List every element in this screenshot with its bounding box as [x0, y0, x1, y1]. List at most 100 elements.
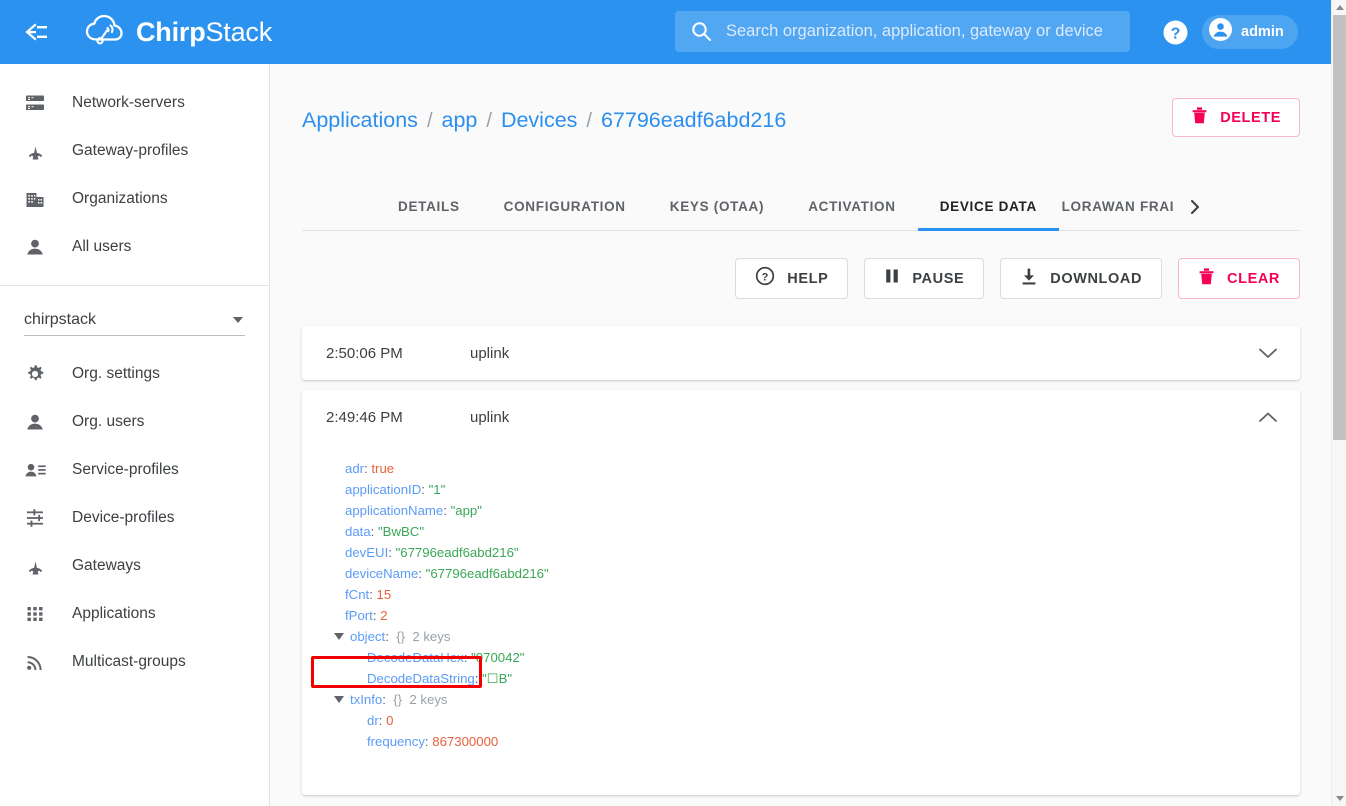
json-key-count: 2 keys — [409, 692, 448, 707]
json-row: data: "BwBC" — [332, 521, 1300, 542]
json-value: "BwBC" — [378, 524, 425, 539]
tab-configuration[interactable]: CONFIGURATION — [482, 183, 648, 230]
account-circle-icon — [1208, 17, 1233, 47]
json-collapse-triangle-icon[interactable] — [334, 696, 344, 703]
gear-icon — [18, 363, 52, 385]
sidebar-item-label: Applications — [72, 605, 156, 622]
svg-text:?: ? — [762, 271, 769, 283]
tab-label: CONFIGURATION — [503, 199, 626, 214]
json-row-object[interactable]: txInfo: {} 2 keys — [332, 689, 1300, 710]
json-row: fPort: 2 — [332, 605, 1300, 626]
json-collapse-triangle-icon[interactable] — [334, 633, 344, 640]
sidebar-item-gateways[interactable]: Gateways — [0, 542, 269, 590]
sidebar-item-org-users[interactable]: Org. users — [0, 398, 269, 446]
json-key: deviceName — [345, 566, 419, 581]
search-bar[interactable] — [675, 11, 1130, 52]
breadcrumb-item-device-id[interactable]: 67796eadf6abd216 — [601, 108, 786, 133]
tab-activation[interactable]: ACTIVATION — [786, 183, 918, 230]
organization-selected-value: chirpstack — [24, 310, 97, 328]
user-menu-button[interactable]: admin — [1202, 15, 1298, 49]
event-type: uplink — [470, 408, 510, 426]
tab-details[interactable]: DETAILS — [376, 183, 482, 230]
json-value: 2 — [380, 608, 388, 623]
json-value: 867300000 — [432, 734, 499, 749]
sidebar-item-organizations[interactable]: Organizations — [0, 175, 269, 223]
menu-collapse-icon[interactable] — [22, 18, 50, 46]
sidebar-item-service-profiles[interactable]: Service-profiles — [0, 446, 269, 494]
sidebar: Network-servers Gateway-profiles Organiz… — [0, 64, 270, 806]
json-value: "1" — [428, 482, 446, 497]
person-icon — [18, 236, 52, 258]
antenna-icon — [18, 140, 52, 163]
sidebar-item-label: Multicast-groups — [72, 653, 186, 670]
json-key: DecodeDataString — [367, 671, 475, 686]
brand-name-light: Stack — [205, 16, 273, 47]
sidebar-item-applications[interactable]: Applications — [0, 590, 269, 638]
tab-device-data[interactable]: DEVICE DATA — [917, 183, 1060, 231]
chevron-right-icon[interactable] — [1177, 183, 1213, 230]
scrollbar-thumb[interactable] — [1333, 15, 1346, 440]
delete-button-label: DELETE — [1220, 109, 1281, 126]
chevron-up-icon[interactable] — [1258, 411, 1278, 424]
json-row: applicationID: "1" — [332, 479, 1300, 500]
pause-button[interactable]: PAUSE — [864, 258, 985, 299]
antenna-icon — [18, 555, 52, 578]
json-row-decodedatastring: DecodeDataString: "☐B" — [332, 668, 1300, 689]
breadcrumb-item-devices[interactable]: Devices — [501, 108, 577, 133]
breadcrumb-separator: / — [486, 110, 492, 132]
search-input[interactable] — [726, 22, 1106, 41]
organization-selector[interactable]: chirpstack — [24, 304, 245, 336]
json-key: fPort — [345, 608, 373, 623]
scroll-up-arrow-icon[interactable] — [1332, 0, 1346, 15]
download-button[interactable]: DOWNLOAD — [1000, 258, 1163, 299]
help-circle-icon: ? — [755, 266, 775, 291]
event-card: 2:49:46 PM uplink adr: true applicationI… — [302, 390, 1300, 795]
tab-label: DETAILS — [398, 199, 460, 214]
json-row: devEUI: "67796eadf6abd216" — [332, 542, 1300, 563]
breadcrumb-item-app[interactable]: app — [442, 108, 478, 133]
tab-label: KEYS (OTAA) — [669, 199, 765, 214]
download-icon — [1020, 267, 1038, 291]
sidebar-item-org-settings[interactable]: Org. settings — [0, 350, 269, 398]
pause-icon — [884, 267, 900, 290]
json-key: adr — [345, 461, 365, 476]
sidebar-item-network-servers[interactable]: Network-servers — [0, 79, 269, 127]
delete-button[interactable]: DELETE — [1172, 98, 1300, 137]
sidebar-item-label: Network-servers — [72, 94, 185, 111]
person-list-icon — [18, 459, 52, 481]
sidebar-item-all-users[interactable]: All users — [0, 223, 269, 271]
chevron-down-icon[interactable] — [1258, 347, 1278, 360]
json-value: "67796eadf6abd216" — [425, 566, 549, 581]
json-row-decodedatahex: DecodeDataHex: "070042" — [332, 647, 1300, 668]
grid-apps-icon — [18, 603, 52, 625]
json-key: dr — [367, 713, 379, 728]
sidebar-item-gateway-profiles[interactable]: Gateway-profiles — [0, 127, 269, 175]
clear-button-label: CLEAR — [1227, 270, 1280, 287]
brand-logo[interactable]: ChirpStack — [84, 12, 272, 53]
sidebar-item-multicast-groups[interactable]: Multicast-groups — [0, 638, 269, 686]
sidebar-item-label: Gateways — [72, 557, 141, 574]
json-row-object[interactable]: object: {} 2 keys — [332, 626, 1300, 647]
tab-lorawan-frames[interactable]: LORAWAN FRAI — [1059, 183, 1177, 230]
event-card-header[interactable]: 2:49:46 PM uplink — [302, 390, 1300, 444]
json-row: fCnt: 15 — [332, 584, 1300, 605]
event-card-header[interactable]: 2:50:06 PM uplink — [302, 326, 1300, 380]
clear-button[interactable]: CLEAR — [1178, 258, 1300, 299]
help-circle-icon[interactable]: ? — [1162, 19, 1189, 46]
event-time: 2:49:46 PM — [326, 408, 403, 426]
sidebar-item-label: Service-profiles — [72, 461, 179, 478]
sidebar-item-device-profiles[interactable]: Device-profiles — [0, 494, 269, 542]
sidebar-divider — [0, 285, 269, 286]
sidebar-item-label: Gateway-profiles — [72, 142, 189, 159]
breadcrumb-item-applications[interactable]: Applications — [302, 108, 418, 133]
main-content: Applications / app / Devices / 67796eadf… — [270, 64, 1331, 806]
trash-icon — [1191, 106, 1208, 130]
search-icon — [691, 21, 712, 42]
event-time: 2:50:06 PM — [326, 344, 403, 362]
sidebar-item-label: Device-profiles — [72, 509, 175, 526]
breadcrumb: Applications / app / Devices / 67796eadf… — [302, 108, 786, 133]
help-button[interactable]: ? HELP — [735, 258, 849, 299]
vertical-scrollbar[interactable] — [1331, 0, 1346, 806]
scroll-down-arrow-icon[interactable] — [1332, 791, 1346, 806]
tab-keys-otaa[interactable]: KEYS (OTAA) — [648, 183, 786, 230]
